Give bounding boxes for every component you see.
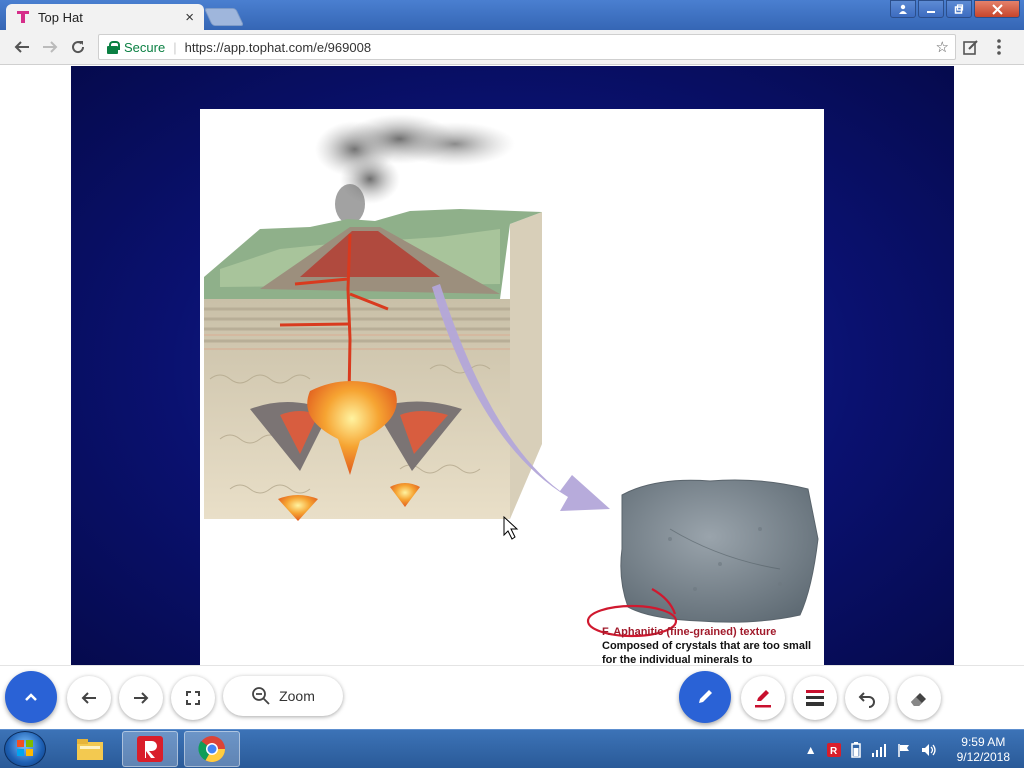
clock-date: 9/12/2018 [956,749,1010,764]
tophat-favicon-icon [17,11,29,23]
volcano-diagram-image [204,114,819,638]
action-center-flag-icon[interactable] [897,743,911,757]
pen-red-icon [755,690,771,708]
battery-icon[interactable] [850,741,861,758]
system-tray: ▲ R 9:59 AM 9/12/2018 [805,730,1024,768]
expand-panel-button[interactable] [5,671,57,723]
volume-icon[interactable] [921,743,937,757]
eraser-button[interactable] [897,676,941,720]
presentation-stage: F. Aphanitic (fine-grained) texture Comp… [71,66,954,665]
taskbar-clock[interactable]: 9:59 AM 9/12/2018 [957,735,1010,765]
bookmark-star-icon[interactable]: ☆ [936,38,949,56]
secure-label: Secure [124,39,166,55]
address-separator: | [173,39,177,55]
window-titlebar: Top Hat × [0,0,1024,30]
window-controls [890,0,1020,18]
taskbar-file-explorer[interactable] [62,731,118,767]
previous-slide-button[interactable] [67,676,111,720]
pen-tool-button[interactable] [741,676,785,720]
user-icon[interactable] [890,0,916,18]
menu-kebab-icon[interactable] [996,38,1002,61]
browser-tab[interactable]: Top Hat × [6,4,204,30]
tray-expand-icon[interactable]: ▲ [805,743,817,757]
taskbar-chrome[interactable] [184,731,240,767]
zoom-label: Zoom [279,688,315,704]
browser-toolbar: Secure | https://app.tophat.com/e/969008… [0,30,1024,65]
zoom-button[interactable]: Zoom [223,676,343,716]
forward-button[interactable] [40,38,60,58]
edit-extension-icon[interactable] [962,38,980,61]
reload-icon [72,41,85,54]
undo-icon [858,692,875,708]
new-tab-button[interactable] [203,8,245,26]
lock-icon [107,40,120,54]
arrow-right-icon [43,41,58,53]
line-width-icon [806,690,824,706]
undo-button[interactable] [845,676,889,720]
restore-button[interactable] [946,0,972,18]
slide-caption: F. Aphanitic (fine-grained) texture Comp… [602,625,817,665]
start-button[interactable] [4,731,46,767]
caption-body: Composed of crystals that are too small … [602,640,812,665]
fullscreen-icon [186,691,200,705]
fullscreen-button[interactable] [171,676,215,720]
minimize-button[interactable] [918,0,944,18]
folder-icon [77,739,103,760]
arrow-right-icon [134,692,149,704]
next-slide-button[interactable] [119,676,163,720]
chevron-up-icon [25,693,37,701]
respondus-tray-icon[interactable]: R [826,742,841,757]
chrome-icon [198,736,226,763]
annotate-button[interactable] [679,671,731,723]
eraser-icon [911,693,926,706]
clock-time: 9:59 AM [961,734,1006,749]
taskbar-respondus[interactable] [122,731,178,767]
arrow-left-icon [14,41,29,53]
back-button[interactable] [12,38,32,58]
zoom-out-icon [252,687,270,705]
close-window-button[interactable] [974,0,1020,18]
slide: F. Aphanitic (fine-grained) texture Comp… [200,109,824,665]
respondus-r-icon [137,736,163,762]
caption-title: F. Aphanitic (fine-grained) texture [602,626,777,638]
arrow-left-icon [81,692,96,704]
tab-close-icon[interactable]: × [185,9,194,26]
pencil-icon [699,690,712,703]
svg-text:R: R [830,746,838,757]
url-text[interactable]: https://app.tophat.com/e/969008 [185,40,371,55]
windows-logo-icon [17,740,33,756]
presentation-controls: Zoom [0,665,1024,729]
windows-taskbar: ▲ R 9:59 AM 9/12/2018 [0,729,1024,768]
tab-title: Top Hat [38,9,83,25]
line-width-button[interactable] [793,676,837,720]
reload-button[interactable] [68,38,88,58]
signal-bars-icon[interactable] [871,743,887,757]
address-bar[interactable]: Secure | https://app.tophat.com/e/969008… [98,34,956,60]
